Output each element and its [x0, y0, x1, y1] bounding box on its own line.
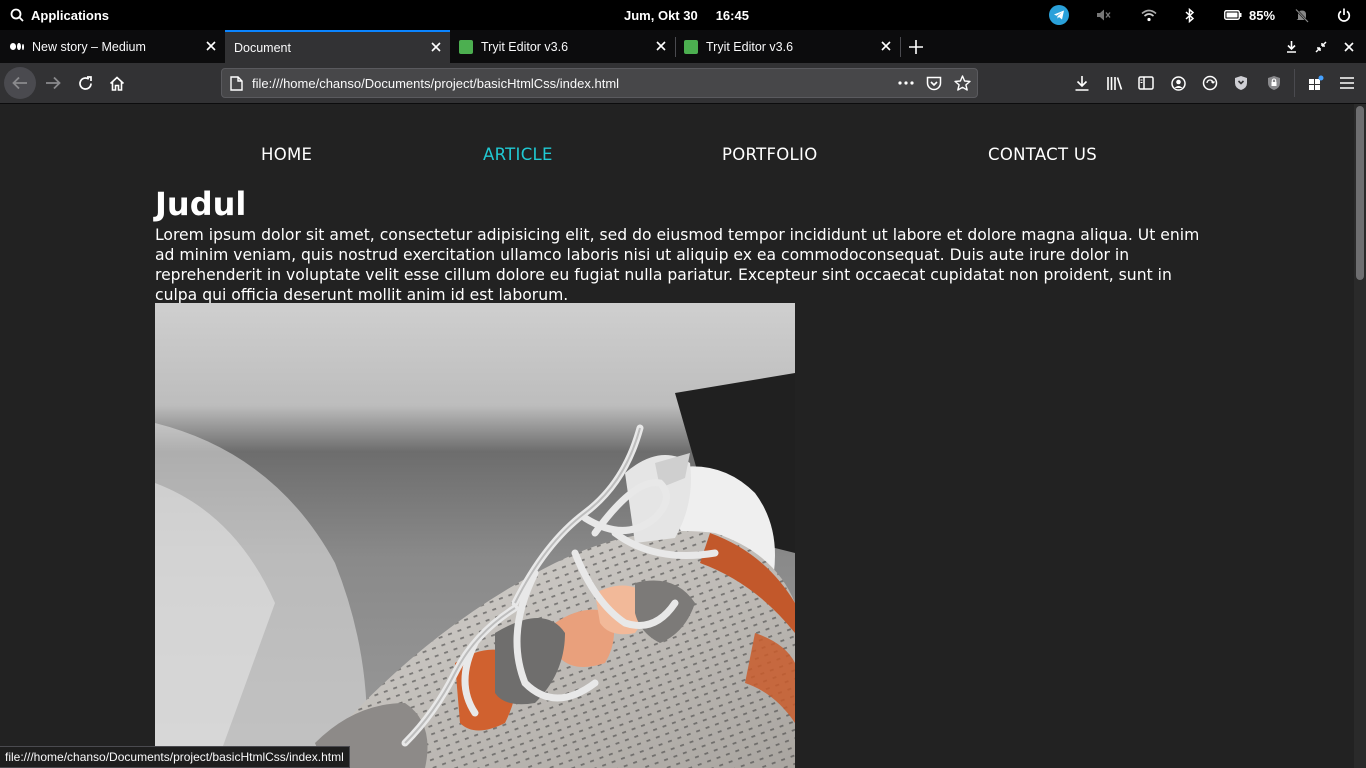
close-icon[interactable]: [878, 38, 894, 54]
close-icon[interactable]: [428, 39, 444, 55]
time-label: 16:45: [715, 7, 749, 23]
navigation-toolbar: file:///home/chanso/Documents/project/ba…: [0, 63, 1366, 104]
nav-link-home[interactable]: HOME: [261, 145, 312, 164]
date-label: Jum, Okt 30: [624, 7, 698, 23]
back-button[interactable]: [4, 67, 36, 99]
home-icon: [109, 75, 125, 91]
tab-label: New story – Medium: [32, 39, 146, 54]
article-paragraph: Lorem ipsum dolor sit amet, consectetur …: [155, 226, 1200, 304]
web-page: HOME ARTICLE PORTFOLIO CONTACT US Judul …: [0, 104, 1354, 768]
downloads-button[interactable]: [1066, 67, 1098, 99]
sidebar-icon: [1138, 76, 1154, 90]
pocket-icon[interactable]: [926, 76, 942, 91]
library-button[interactable]: [1098, 67, 1130, 99]
scrollbar-thumb[interactable]: [1356, 106, 1364, 280]
tab-tryit-2[interactable]: Tryit Editor v3.6: [676, 30, 900, 63]
nav-link-article[interactable]: ARTICLE: [483, 145, 553, 164]
bookmark-star-icon[interactable]: [954, 75, 971, 91]
extensions-button[interactable]: [1299, 67, 1331, 99]
lock-shield-icon: [1268, 76, 1280, 90]
nav-link-contact-us[interactable]: CONTACT US: [988, 145, 1097, 164]
close-window-icon[interactable]: [1340, 30, 1358, 63]
download-icon: [1075, 76, 1089, 91]
tab-bar: New story – Medium Document Tryit Editor…: [0, 30, 1366, 63]
system-panel: Applications Jum, Okt 30 16:45 85%: [0, 0, 1366, 30]
plus-icon: [909, 39, 923, 54]
tab-label: Tryit Editor v3.6: [481, 39, 569, 54]
arrow-left-icon: [12, 76, 27, 90]
tab-tryit-1[interactable]: Tryit Editor v3.6: [450, 30, 675, 63]
applications-label: Applications: [31, 7, 110, 23]
notifications-off-icon[interactable]: [1293, 0, 1311, 30]
tab-label: Document: [234, 40, 291, 55]
new-tab-button[interactable]: [905, 30, 927, 63]
library-icon: [1106, 76, 1122, 90]
hamburger-menu-icon: [1340, 77, 1354, 89]
close-icon[interactable]: [653, 38, 669, 54]
sneaker-photo: [155, 303, 795, 768]
home-button[interactable]: [101, 67, 133, 99]
forward-button[interactable]: [37, 67, 69, 99]
extension-shield-button[interactable]: [1258, 67, 1290, 99]
url-bar[interactable]: file:///home/chanso/Documents/project/ba…: [221, 68, 978, 98]
reload-button[interactable]: [69, 67, 101, 99]
applications-menu[interactable]: Applications: [10, 0, 109, 30]
telegram-icon[interactable]: [1048, 0, 1070, 30]
site-navigation: HOME ARTICLE PORTFOLIO CONTACT US: [0, 145, 1354, 169]
battery-level: 85%: [1248, 7, 1276, 23]
page-icon: [230, 75, 243, 91]
download-icon[interactable]: [1282, 30, 1300, 63]
link-status-bar: file:///home/chanso/Documents/project/ba…: [0, 746, 350, 768]
tab-label: Tryit Editor v3.6: [706, 39, 794, 54]
sync-icon: [1202, 75, 1218, 91]
tryit-icon: [459, 39, 473, 54]
battery-icon[interactable]: [1222, 0, 1244, 30]
url-text: file:///home/chanso/Documents/project/ba…: [252, 75, 620, 91]
account-button[interactable]: [1162, 67, 1194, 99]
page-scrollbar[interactable]: [1354, 104, 1366, 768]
shield-icon: [1235, 76, 1247, 90]
arrow-right-icon: [46, 76, 61, 90]
power-icon[interactable]: [1335, 0, 1353, 30]
clock[interactable]: Jum, Okt 30 16:45: [624, 0, 749, 30]
nav-link-portfolio[interactable]: PORTFOLIO: [722, 145, 818, 164]
menu-button[interactable]: [1331, 67, 1363, 99]
puzzle-icon: [1308, 75, 1323, 90]
medium-icon: [10, 43, 24, 51]
reload-icon: [78, 75, 92, 90]
tab-separator: [900, 37, 901, 57]
article-heading: Judul: [155, 185, 247, 223]
close-icon[interactable]: [203, 38, 219, 54]
tryit-icon: [684, 39, 698, 54]
tab-document[interactable]: Document: [225, 30, 450, 63]
sync-button[interactable]: [1194, 67, 1226, 99]
search-icon: [10, 8, 24, 22]
privacy-badger-button[interactable]: [1225, 67, 1257, 99]
toolbar-separator: [1294, 69, 1295, 97]
wifi-icon[interactable]: [1139, 0, 1159, 30]
tab-medium[interactable]: New story – Medium: [0, 30, 225, 63]
page-actions-icon[interactable]: [898, 81, 914, 85]
account-icon: [1170, 75, 1186, 91]
sidebar-button[interactable]: [1130, 67, 1162, 99]
bluetooth-icon[interactable]: [1181, 0, 1199, 30]
volume-muted-icon[interactable]: [1094, 0, 1114, 30]
restore-window-icon[interactable]: [1311, 30, 1331, 63]
